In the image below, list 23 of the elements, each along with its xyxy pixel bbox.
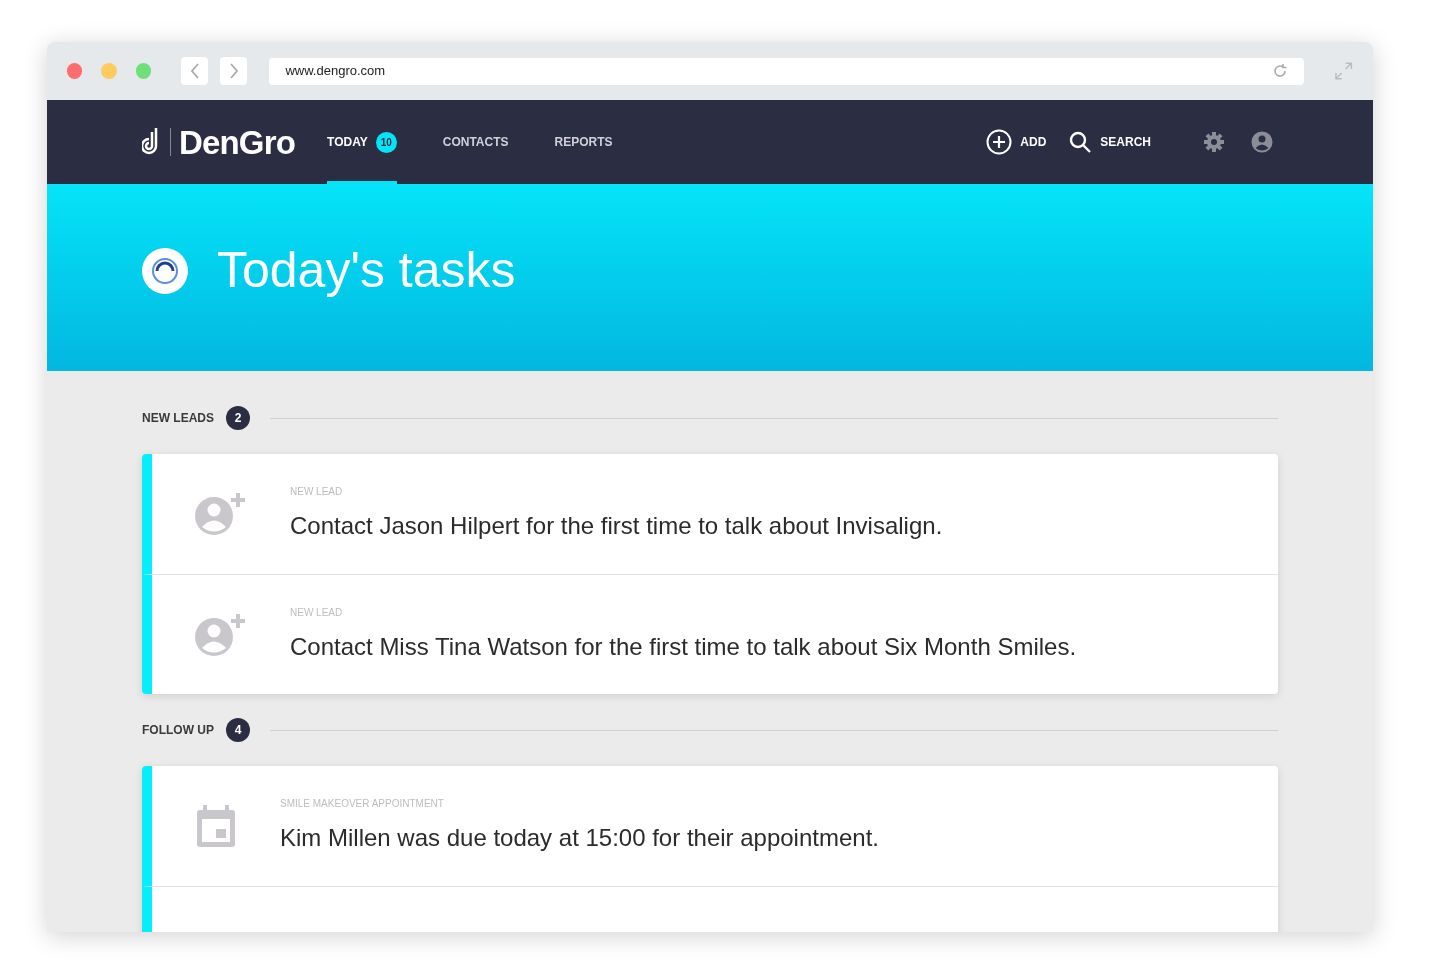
section-count-badge: 4 — [226, 718, 250, 742]
task-row[interactable]: SMILE MAKEOVER APPOINTMENT Kim Millen was due today at 15:00 for their appointment. — [142, 766, 1278, 886]
section-heading: FOLLOW UP — [142, 722, 214, 739]
section-heading: NEW LEADS — [142, 410, 214, 427]
url-text: www.dengro.com — [285, 62, 386, 81]
add-button[interactable]: ADD — [986, 129, 1047, 155]
task-row[interactable]: NEW LEAD Contact Miss Tina Watson for the first time to talk about Six Month Smiles. — [142, 574, 1278, 694]
section-count-badge: 2 — [226, 406, 250, 430]
page-title: Today's tasks — [217, 241, 516, 300]
nav-tab[interactable]: REPORTS — [554, 100, 613, 184]
task-description: Contact Miss Tina Watson for the first time to talk about Six Month Smiles. — [290, 631, 1077, 662]
count-badge: 10 — [375, 131, 397, 153]
search-button[interactable]: SEARCH — [1068, 130, 1151, 154]
task-category: NEW LEAD — [290, 605, 344, 620]
task-category: NEW LEAD — [290, 485, 344, 499]
address-bar[interactable]: www.dengro.com — [269, 57, 1304, 85]
logo-text: DenGro — [179, 125, 296, 159]
nav-tab[interactable]: CONTACTS — [442, 100, 509, 184]
task-description: Contact Jason Hilpert for the first time to talk about Invisalign. — [290, 511, 943, 541]
dengro-logo[interactable]: DenGro — [142, 125, 296, 159]
task-row[interactable]: NEW LEAD Contact Jason Hilpert for the first time to talk about Invisalign. — [142, 454, 1278, 574]
task-category: SMILE MAKEOVER APPOINTMENT — [280, 797, 445, 811]
task-description: Kim Millen was due today at 15:00 for their appointment. — [280, 823, 879, 853]
